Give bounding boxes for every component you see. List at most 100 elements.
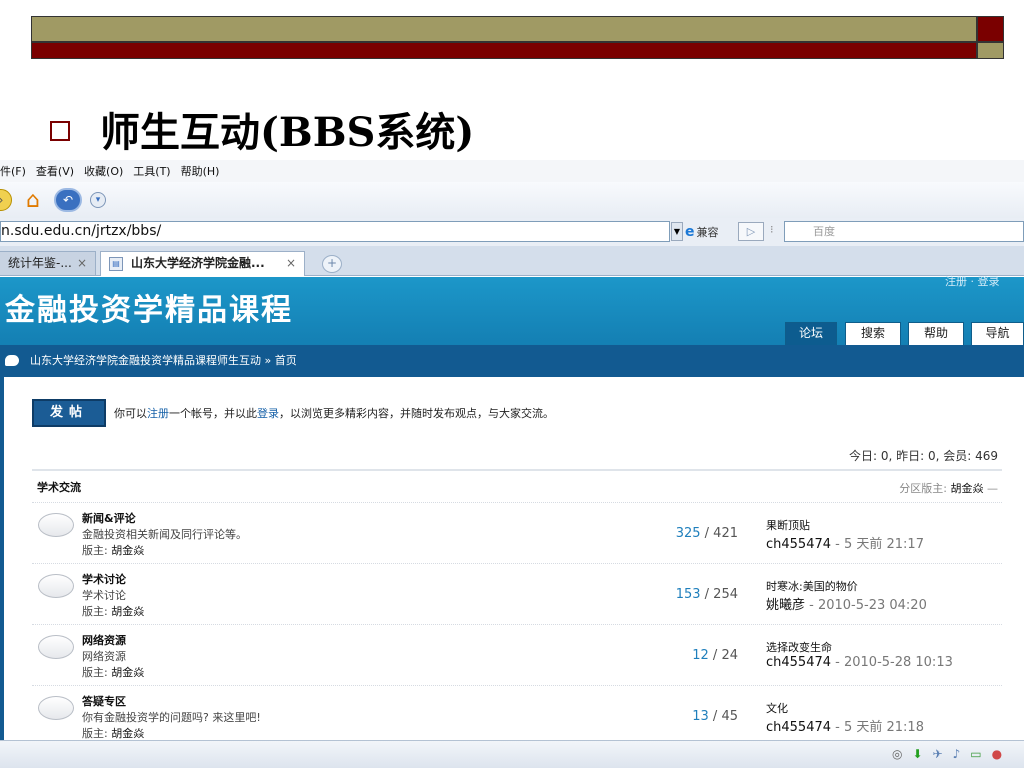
menu-tools[interactable]: 工具(T) xyxy=(133,163,170,179)
browser-screenshot: 件(F) 查看(V) 收藏(O) 工具(T) 帮助(H) › ⌂ ↶ ▾ n.s… xyxy=(0,160,1024,768)
url-input[interactable]: n.sdu.edu.cn/jrtzx/bbs/ xyxy=(0,221,670,242)
last-post-title[interactable]: 选择改变生命 xyxy=(766,639,832,655)
menu-bar: 件(F) 查看(V) 收藏(O) 工具(T) 帮助(H) xyxy=(0,160,1024,182)
moderator-link[interactable]: 胡金焱 xyxy=(111,605,144,618)
security-icon[interactable]: ◎ xyxy=(892,747,902,761)
forum-header: 金融投资学精品课程 注册 · 登录 论坛 搜索 帮助 导航 xyxy=(0,275,1024,345)
moderator-link[interactable]: 胡金焱 xyxy=(111,727,144,740)
forum-name[interactable]: 网络资源 xyxy=(82,632,126,648)
moderator-link[interactable]: 胡金焱 xyxy=(951,482,984,495)
last-post-user[interactable]: ch455474 xyxy=(766,537,831,552)
last-post-user[interactable]: ch455474 xyxy=(766,655,831,670)
tab-forum-home[interactable]: 论坛 xyxy=(785,322,837,345)
history-dropdown-icon[interactable]: ▾ xyxy=(90,192,106,208)
forum-moderator: 版主: 胡金焱 xyxy=(82,603,144,619)
last-post-title[interactable]: 果断顶贴 xyxy=(766,517,810,533)
tab-yearbook[interactable]: 统计年鉴-... × xyxy=(0,251,96,276)
compat-mode-button[interactable]: e 兼容 xyxy=(685,222,719,241)
menu-view[interactable]: 查看(V) xyxy=(36,163,74,179)
forward-icon[interactable]: › xyxy=(0,189,12,211)
moderator-label: 版主: xyxy=(82,605,108,618)
last-post-meta: ch455474 - 5 天前 21:17 xyxy=(766,533,924,552)
breadcrumb-text[interactable]: 山东大学经济学院金融投资学精品课程师生互动 » 首页 xyxy=(30,354,297,367)
forum-description: 网络资源 xyxy=(82,650,126,663)
forum-description: 金融投资相关新闻及同行评论等。 xyxy=(82,528,247,541)
chat-icon xyxy=(5,355,19,366)
notice-text: ，以浏览更多精彩内容，并随时发布观点，与大家交流。 xyxy=(279,407,554,420)
go-icon[interactable]: ▷ xyxy=(738,222,764,241)
close-icon[interactable]: × xyxy=(286,252,296,275)
divider xyxy=(32,469,1002,471)
top-links[interactable]: 注册 · 登录 xyxy=(945,273,1000,289)
last-post-time: - 2010-5-23 04:20 xyxy=(805,598,927,613)
volume-icon[interactable]: ♪ xyxy=(953,747,961,761)
section-title[interactable]: 学术交流 xyxy=(37,479,81,495)
moderator-link[interactable]: 胡金焱 xyxy=(111,666,144,679)
forum-moderator: 版主: 胡金焱 xyxy=(82,725,144,741)
download-icon[interactable]: ⬇ xyxy=(912,747,922,761)
menu-help[interactable]: 帮助(H) xyxy=(181,163,220,179)
slide-title: 师生互动(BBS系统) xyxy=(100,109,475,156)
post-count: 45 xyxy=(721,709,738,724)
close-icon[interactable]: × xyxy=(77,252,87,275)
last-post-time: - 5 天前 21:17 xyxy=(835,537,924,552)
forum-logo[interactable]: 金融投资学精品课程 xyxy=(5,285,293,329)
forum-counts: 153 / 254 xyxy=(675,587,738,602)
topic-count: 12 xyxy=(692,648,709,663)
slide-bullet-icon xyxy=(50,121,70,141)
menu-favorites[interactable]: 收藏(O) xyxy=(84,163,123,179)
register-link[interactable]: 注册 xyxy=(147,407,169,420)
search-input[interactable]: 百度 xyxy=(784,221,1024,242)
back-icon[interactable]: ↶ xyxy=(54,188,82,212)
tab-search[interactable]: 搜索 xyxy=(845,322,901,345)
forum-row: 新闻&评论 金融投资相关新闻及同行评论等。 版主: 胡金焱 325 / 421 … xyxy=(32,502,1002,564)
last-post-user[interactable]: ch455474 xyxy=(766,720,831,735)
last-post-title[interactable]: 文化 xyxy=(766,700,788,716)
forum-name[interactable]: 答疑专区 xyxy=(82,693,126,709)
menu-file[interactable]: 件(F) xyxy=(0,163,26,179)
alert-icon[interactable]: ● xyxy=(992,747,1002,761)
tab-bar: 统计年鉴-... × ▤ 山东大学经济学院金融... × + xyxy=(0,246,1024,276)
new-tab-icon[interactable]: + xyxy=(322,255,342,273)
url-dropdown-icon[interactable]: ▼ xyxy=(671,222,683,241)
address-bar: n.sdu.edu.cn/jrtzx/bbs/ ▼ e 兼容 ▷ ⁝ ▣ 百度 xyxy=(0,218,1024,246)
forum-moderator: 版主: 胡金焱 xyxy=(82,542,144,558)
forum-row: 网络资源 网络资源 版主: 胡金焱 12 / 24 选择改变生命 ch45547… xyxy=(32,624,1002,686)
moderator-label: 分区版主: xyxy=(899,482,947,495)
navigation-toolbar: › ⌂ ↶ ▾ xyxy=(0,182,1024,218)
register-notice: 你可以注册一个帐号，并以此登录，以浏览更多精彩内容，并随时发布观点，与大家交流。 xyxy=(114,405,554,421)
last-post-time: - 5 天前 21:18 xyxy=(835,720,924,735)
forum-row: 学术讨论 学术讨论 版主: 胡金焱 153 / 254 时寒冰:美国的物价 姚曦… xyxy=(32,563,1002,625)
page-icon: ▤ xyxy=(109,257,123,271)
last-post-meta: ch455474 - 2010-5-28 10:13 xyxy=(766,655,953,670)
forum-description: 学术讨论 xyxy=(82,589,126,602)
moderator-link[interactable]: 胡金焱 xyxy=(111,544,144,557)
forum-counts: 13 / 45 xyxy=(692,709,738,724)
network-icon[interactable]: ✈ xyxy=(933,747,943,761)
last-post-user[interactable]: 姚曦彦 xyxy=(766,598,805,613)
last-post-time: - 2010-5-28 10:13 xyxy=(835,655,953,670)
login-link[interactable]: 登录 xyxy=(257,407,279,420)
forum-name[interactable]: 新闻&评论 xyxy=(82,510,136,526)
window-icon[interactable]: ▭ xyxy=(970,747,981,761)
tab-forum[interactable]: ▤ 山东大学经济学院金融... × xyxy=(100,251,305,276)
forum-bubble-icon xyxy=(38,574,74,598)
tab-navigation[interactable]: 导航 xyxy=(971,322,1024,345)
forum-bubble-icon xyxy=(38,513,74,537)
post-count: 254 xyxy=(713,587,738,602)
compat-mode-label: 兼容 xyxy=(696,225,719,239)
last-post-meta: 姚曦彦 - 2010-5-23 04:20 xyxy=(766,594,927,613)
forum-bubble-icon xyxy=(38,696,74,720)
last-post-title[interactable]: 时寒冰:美国的物价 xyxy=(766,578,858,594)
tab-label: 山东大学经济学院金融... xyxy=(131,256,265,270)
new-post-button[interactable]: 发帖 xyxy=(32,399,106,427)
slide-decoration-bar-top xyxy=(31,16,977,42)
forum-name[interactable]: 学术讨论 xyxy=(82,571,126,587)
home-icon[interactable]: ⌂ xyxy=(20,188,46,213)
forum-description: 你有金融投资学的问题吗? 来这里吧! xyxy=(82,711,261,724)
tab-help[interactable]: 帮助 xyxy=(908,322,964,345)
forum-moderator: 版主: 胡金焱 xyxy=(82,664,144,680)
forum-stats: 今日: 0, 昨日: 0, 会员: 469 xyxy=(848,449,998,463)
moderator-label: 版主: xyxy=(82,666,108,679)
forum-row: 答疑专区 你有金融投资学的问题吗? 来这里吧! 版主: 胡金焱 13 / 45 … xyxy=(32,685,1002,747)
